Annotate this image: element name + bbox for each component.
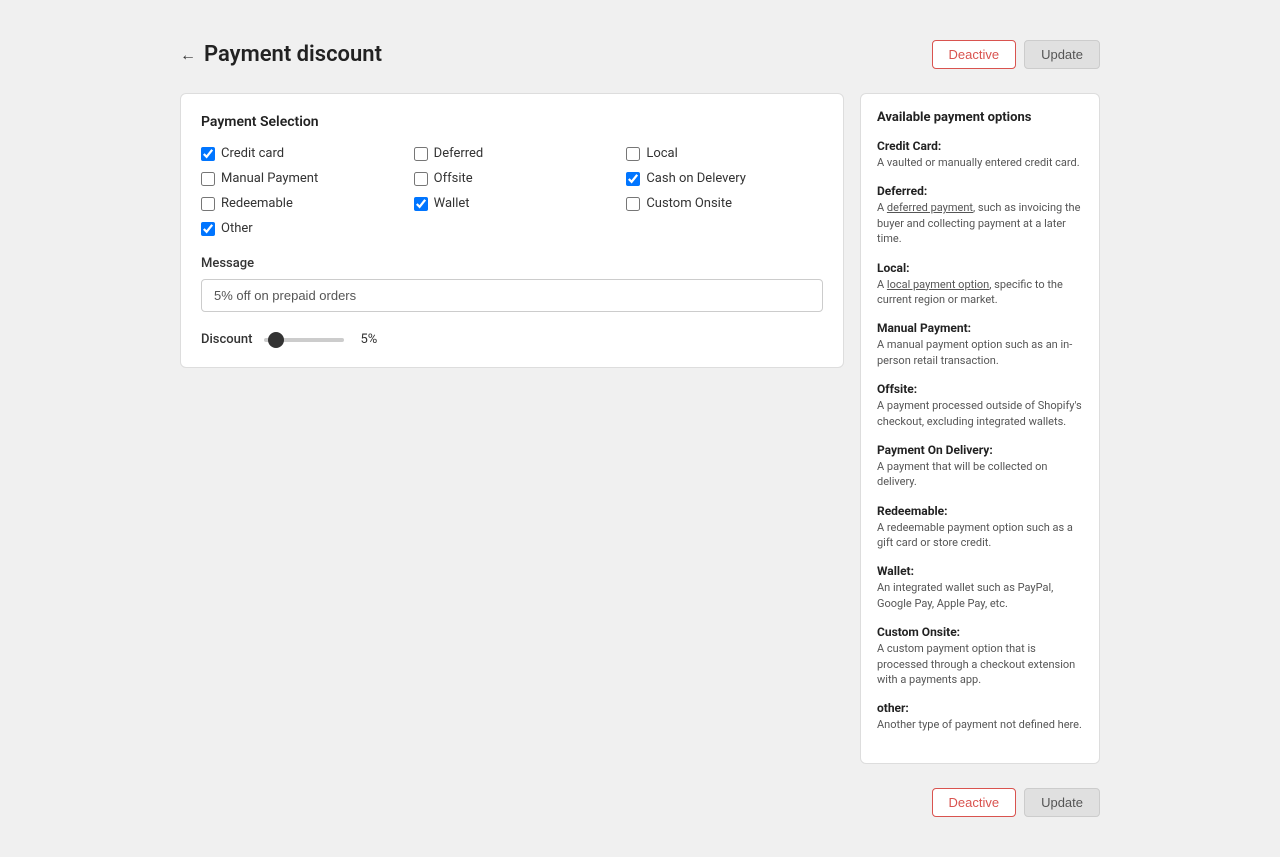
option-offsite: Offsite: A payment processed outside of … (877, 382, 1083, 429)
deactive-button-bottom[interactable]: Deactive (932, 788, 1017, 817)
message-input[interactable] (201, 279, 823, 312)
option-redeemable: Redeemable: A redeemable payment option … (877, 504, 1083, 551)
page-header: ← Payment discount Deactive Update (180, 40, 1100, 69)
deactive-button-top[interactable]: Deactive (932, 40, 1017, 69)
back-button[interactable]: ← (180, 45, 196, 65)
option-deferred: Deferred: A deferred payment, such as in… (877, 184, 1083, 246)
checkbox-local[interactable]: Local (626, 146, 823, 161)
discount-slider[interactable] (264, 338, 344, 342)
payment-selection-title: Payment Selection (201, 114, 823, 130)
option-custom-onsite: Custom Onsite: A custom payment option t… (877, 625, 1083, 687)
discount-label: Discount (201, 332, 252, 347)
left-panel: Payment Selection Credit card Deferred L… (180, 93, 844, 368)
checkbox-manual-payment[interactable]: Manual Payment (201, 171, 398, 186)
checkbox-credit-card[interactable]: Credit card (201, 146, 398, 161)
checkbox-custom-onsite[interactable]: Custom Onsite (626, 196, 823, 211)
message-label: Message (201, 256, 823, 271)
content-area: Payment Selection Credit card Deferred L… (180, 93, 1100, 764)
option-wallet: Wallet: An integrated wallet such as Pay… (877, 564, 1083, 611)
discount-value: 5% (360, 332, 377, 347)
footer-buttons: Deactive Update (180, 788, 1100, 817)
header-buttons: Deactive Update (932, 40, 1101, 69)
checkbox-wallet[interactable]: Wallet (414, 196, 611, 211)
option-credit-card: Credit Card: A vaulted or manually enter… (877, 139, 1083, 170)
option-local: Local: A local payment option, specific … (877, 261, 1083, 308)
checkbox-redeemable[interactable]: Redeemable (201, 196, 398, 211)
message-section: Message (201, 256, 823, 312)
discount-section: Discount 5% (201, 332, 823, 347)
local-link[interactable]: local payment option (887, 278, 989, 291)
checkbox-deferred[interactable]: Deferred (414, 146, 611, 161)
right-panel: Available payment options Credit Card: A… (860, 93, 1100, 764)
page-title: Payment discount (204, 42, 382, 67)
checkbox-offsite[interactable]: Offsite (414, 171, 611, 186)
checkbox-other[interactable]: Other (201, 221, 398, 236)
option-other: other: Another type of payment not defin… (877, 701, 1083, 732)
update-button-bottom[interactable]: Update (1024, 788, 1100, 817)
option-manual-payment: Manual Payment: A manual payment option … (877, 321, 1083, 368)
checkboxes-grid: Credit card Deferred Local Manual Paymen… (201, 146, 823, 236)
option-payment-on-delivery: Payment On Delivery: A payment that will… (877, 443, 1083, 490)
update-button-top[interactable]: Update (1024, 40, 1100, 69)
deferred-link[interactable]: deferred payment (887, 201, 973, 214)
header-left: ← Payment discount (180, 42, 382, 67)
checkbox-cash-on-delivery[interactable]: Cash on Delevery (626, 171, 823, 186)
available-options-title: Available payment options (877, 110, 1083, 125)
